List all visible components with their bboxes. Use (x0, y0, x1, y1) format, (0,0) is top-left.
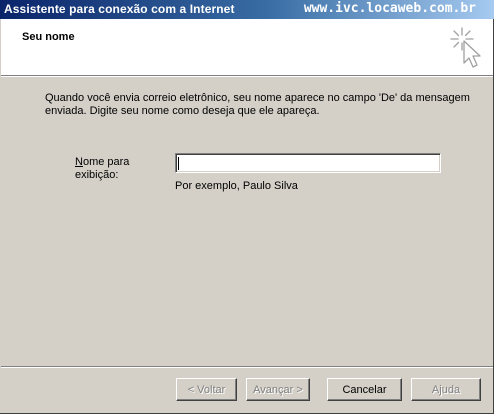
title-bar[interactable]: Assistente para conexão com a Internet w… (0, 0, 494, 19)
window-title: Assistente para conexão com a Internet (4, 2, 235, 16)
footer-separator (1, 366, 493, 368)
back-button[interactable]: < Voltar (176, 378, 237, 401)
example-text: Por exemplo, Paulo Silva (175, 180, 298, 192)
label-text-line2: exibição: (75, 169, 119, 181)
display-name-input[interactable] (175, 153, 441, 173)
cancel-button[interactable]: Cancelar (327, 378, 402, 401)
overlay-url-text: www.ivc.locaweb.com.br (303, 1, 476, 16)
text-caret (178, 157, 179, 170)
help-button[interactable]: Ajuda (411, 378, 481, 401)
display-name-label: Nome para exibição: (75, 156, 165, 182)
wizard-header: Seu nome (1, 19, 493, 77)
page-title: Seu nome (22, 31, 75, 43)
next-button[interactable]: Avançar > (246, 378, 310, 401)
wizard-window: Assistente para conexão com a Internet w… (0, 0, 494, 414)
label-accelerator: N (75, 156, 83, 168)
instructions-text: Quando você envia correio eletrônico, se… (45, 92, 470, 117)
label-text-line1: ome para (82, 156, 130, 168)
wizard-cursor-sparkle-icon (450, 27, 481, 68)
